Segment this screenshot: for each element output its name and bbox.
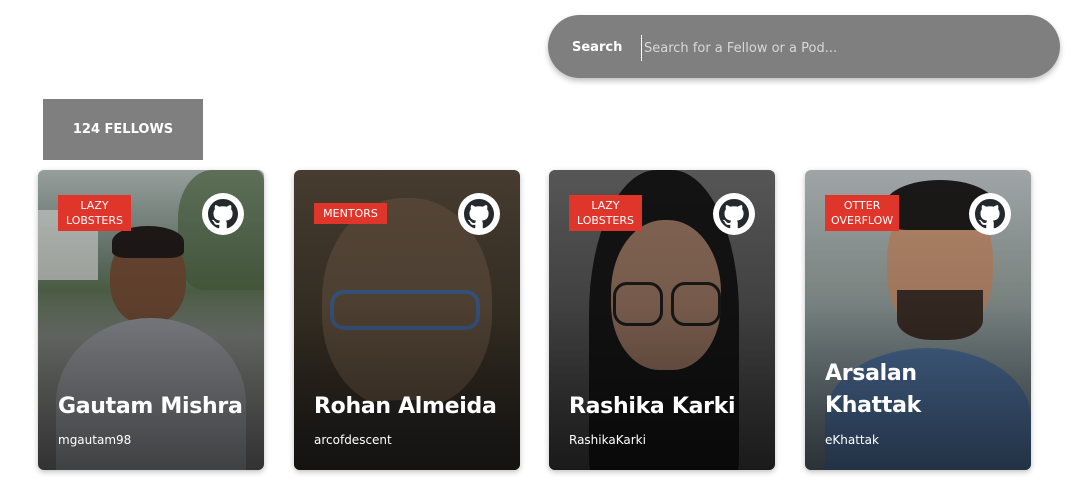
fellow-handle: RashikaKarki — [569, 433, 646, 447]
fellow-name: Rashika Karki — [569, 394, 736, 419]
github-icon[interactable] — [202, 193, 244, 235]
fellow-name: Rohan Almeida — [314, 394, 497, 419]
search-label: Search — [572, 40, 623, 55]
github-icon[interactable] — [458, 193, 500, 235]
fellow-card[interactable]: LAZY LOBSTERS Gautam Mishra mgautam98 — [38, 170, 264, 470]
pod-tag[interactable]: LAZY LOBSTERS — [569, 195, 642, 231]
pod-tag[interactable]: OTTER OVERFLOW — [825, 195, 900, 231]
fellows-page: Search 124 FELLOWS LAZY LOBSTERS Gautam … — [0, 0, 1071, 490]
fellows-count-badge: 124 FELLOWS — [43, 99, 203, 160]
search-bar: Search — [548, 15, 1060, 78]
pod-tag[interactable]: LAZY LOBSTERS — [58, 195, 131, 231]
search-input[interactable] — [641, 35, 1026, 61]
github-icon[interactable] — [713, 193, 755, 235]
fellow-handle: mgautam98 — [58, 433, 132, 447]
fellow-handle: eKhattak — [825, 433, 879, 447]
fellow-card[interactable]: MENTORS Rohan Almeida arcofdescent — [294, 170, 520, 470]
fellow-card[interactable]: LAZY LOBSTERS Rashika Karki RashikaKarki — [549, 170, 775, 470]
pod-tag[interactable]: MENTORS — [314, 203, 387, 224]
fellow-card[interactable]: OTTER OVERFLOW Arsalan Khattak eKhattak — [805, 170, 1031, 470]
github-icon[interactable] — [969, 193, 1011, 235]
fellow-name: Arsalan Khattak — [825, 361, 921, 418]
fellow-handle: arcofdescent — [314, 433, 392, 447]
fellow-name: Gautam Mishra — [58, 394, 243, 419]
